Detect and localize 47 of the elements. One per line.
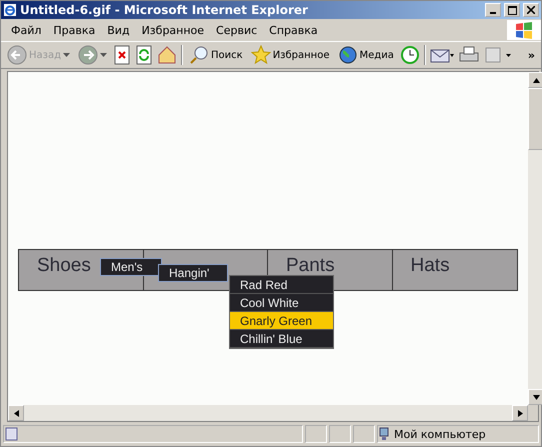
menu-item[interactable]: Файл (5, 24, 48, 36)
clock-icon[interactable] (400, 45, 420, 65)
scroll-up-button[interactable] (528, 72, 542, 88)
down-triangle-icon (532, 394, 540, 400)
menu-item[interactable]: Вид (101, 24, 136, 36)
menu-item[interactable]: Избранное (136, 24, 210, 36)
search-button[interactable]: Поиск (187, 45, 245, 65)
scroll-right-button[interactable] (512, 405, 528, 421)
status-zone: Мой компьютер (394, 428, 486, 440)
vertical-scrollbar[interactable] (528, 72, 542, 405)
submenu-item[interactable]: Hangin' (158, 264, 228, 282)
dropdown-arrow-icon (63, 53, 70, 57)
menu-item[interactable]: Сервис (210, 24, 264, 36)
favorites-button[interactable]: Избранное (248, 45, 332, 65)
scroll-down-button[interactable] (528, 389, 542, 405)
scroll-left-button[interactable] (8, 405, 24, 421)
window-title: Untitled-6.gif - Microsoft Internet Explorer (20, 3, 309, 17)
scrollbar-thumb[interactable] (528, 88, 542, 150)
menu-item[interactable]: Gnarly Green (230, 312, 333, 330)
maximize-button[interactable] (504, 3, 520, 17)
stop-icon[interactable] (113, 45, 132, 65)
refresh-icon[interactable] (135, 45, 154, 65)
up-triangle-icon (532, 76, 540, 84)
star-icon (250, 45, 271, 65)
left-triangle-icon (12, 410, 20, 416)
horizontal-scrollbar[interactable] (8, 405, 528, 421)
submenu-item[interactable]: Men's (100, 258, 162, 276)
browser-icon (3, 3, 17, 17)
computer-icon (378, 427, 390, 441)
close-icon[interactable] (523, 3, 539, 17)
search-icon (189, 45, 210, 65)
status-pane (329, 425, 351, 443)
status-pane (305, 425, 327, 443)
forward-button[interactable] (76, 45, 110, 65)
right-triangle-icon (516, 410, 524, 416)
status-pane (353, 425, 375, 443)
toolbar-overflow[interactable]: » (528, 48, 541, 62)
home-icon[interactable] (157, 45, 178, 65)
menu-item[interactable]: Справка (263, 24, 324, 36)
maximize-icon (508, 6, 516, 14)
dropdown-arrow-icon (100, 53, 108, 57)
menu-item[interactable]: Правка (47, 24, 102, 36)
media-button[interactable]: Медиа (336, 45, 396, 65)
globe-icon (338, 45, 358, 65)
page-icon (4, 427, 20, 441)
nav-item[interactable]: Hats (392, 250, 517, 290)
minimize-button[interactable] (485, 3, 501, 17)
